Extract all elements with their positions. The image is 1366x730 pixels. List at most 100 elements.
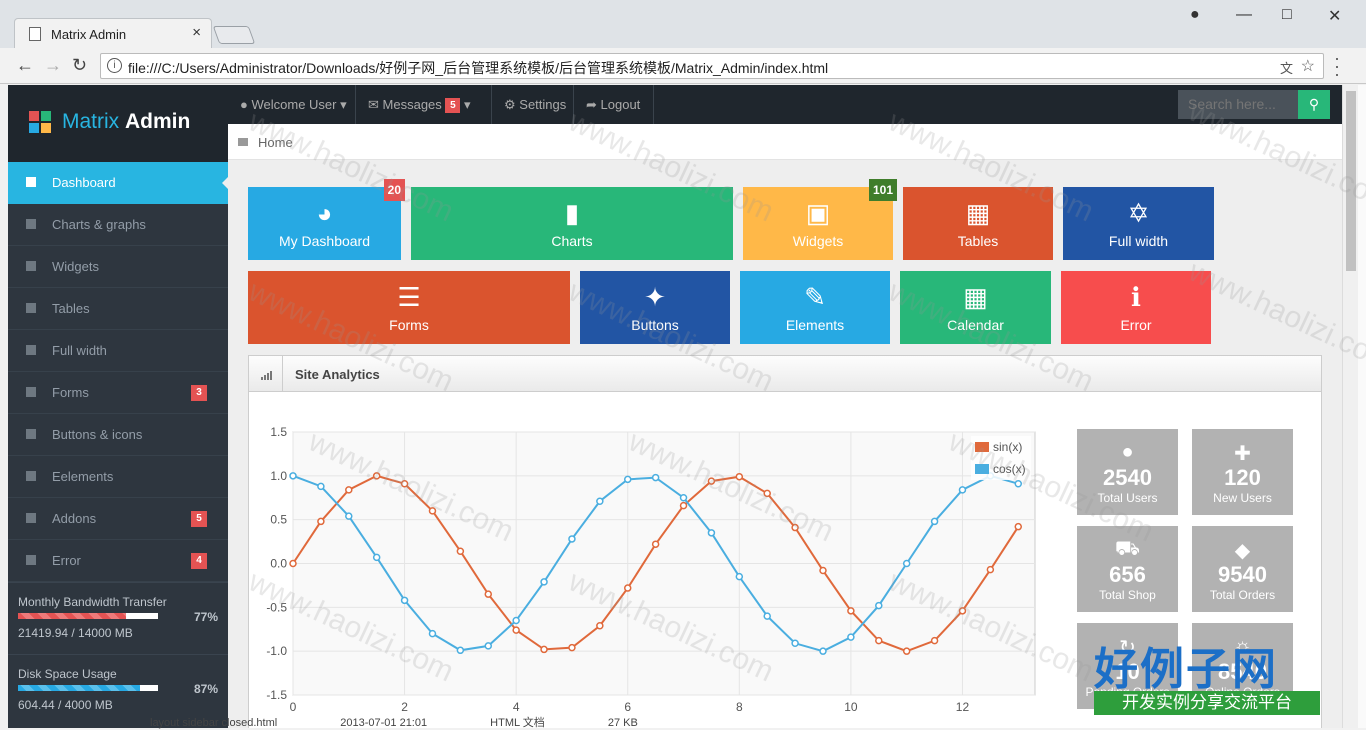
reload-icon[interactable]: ↻ [72, 55, 87, 76]
quick-tile-forms[interactable]: ☰ Forms [248, 271, 570, 344]
bandwidth-value: 21419.94 / 14000 MB [18, 626, 133, 640]
legend: sin(x) cos(x) [971, 436, 1031, 480]
bandwidth-progress-bar [18, 613, 158, 619]
sidebar-item-full-width[interactable]: Full width [8, 330, 228, 372]
sidebar-count-badge: 5 [191, 511, 207, 527]
sidebar-item-label: Forms [52, 385, 89, 400]
info-icon[interactable]: i [107, 58, 122, 73]
data-point [372, 472, 381, 480]
sidebar-item-buttons-icons[interactable]: Buttons & icons [8, 414, 228, 456]
th-icon: ▦ [965, 198, 991, 228]
sidebar-item-label: Dashboard [52, 175, 116, 190]
scrollbar-thumb[interactable] [1346, 91, 1356, 271]
data-point [623, 475, 632, 484]
data-point [428, 507, 437, 515]
quick-tile-calendar[interactable]: ▦ Calendar [900, 271, 1051, 344]
disk-progress-bar [18, 685, 158, 691]
search-button[interactable]: ⚲ [1298, 90, 1330, 119]
settings-link[interactable]: ⚙ Settings [492, 85, 574, 124]
calendar-icon: ▦ [963, 282, 988, 312]
new-tab-button[interactable] [212, 26, 256, 44]
welcome-user-menu[interactable]: ● Welcome User ▾ [228, 85, 356, 124]
quick-tile-buttons[interactable]: ✦ Buttons [580, 271, 730, 344]
sidebar: Matrix Admin Dashboard Charts & graphs Wid… [8, 85, 229, 728]
pencil-icon [26, 471, 36, 481]
browser-tab[interactable]: Matrix Admin × [14, 18, 212, 50]
sidebar-item-charts-graphs[interactable]: Charts & graphs [8, 204, 228, 246]
y-tick-label: 1.5 [270, 425, 287, 439]
browser-tab-strip: Matrix Admin × ● — □ ✕ [0, 0, 1366, 50]
kpi-value: 2540 [1103, 465, 1152, 490]
y-tick-label: 0.5 [270, 513, 287, 527]
back-icon[interactable]: ← [16, 55, 34, 76]
sidebar-item-widgets[interactable]: Widgets [8, 246, 228, 288]
widget-header: Site Analytics [249, 356, 1321, 392]
minimize-icon[interactable]: — [1236, 6, 1252, 24]
y-tick-label: 1.0 [270, 469, 287, 483]
tint-icon [26, 429, 36, 439]
x-tick-label: 2 [401, 700, 408, 714]
sidebar-item-eelements[interactable]: Eelements [8, 456, 228, 498]
site-analytics-widget: Site Analytics -1.5 -1.0 -0.5 0.0 0.5 1.0 1.5 0… [248, 355, 1322, 728]
sidebar-item-dashboard[interactable]: Dashboard [8, 162, 229, 204]
tab-close-icon[interactable]: × [192, 24, 201, 41]
tile-label: Tables [957, 233, 999, 249]
x-tick-label: 10 [844, 700, 858, 714]
breadcrumb-home[interactable]: Home [258, 135, 293, 150]
caret-down-icon: ▾ [464, 97, 471, 112]
data-point [345, 486, 353, 494]
bookmark-star-icon[interactable]: ☆ [1301, 56, 1315, 76]
data-point [596, 621, 604, 630]
kpi-label: Pending Orders [1085, 685, 1170, 699]
home-icon [238, 138, 248, 146]
quick-tile-elements[interactable]: ✎ Elements [740, 271, 890, 344]
kpi-value: 9540 [1218, 562, 1267, 587]
data-point [679, 501, 688, 510]
kpi-online-orders: ☼ 8540 Online Orders [1192, 623, 1293, 709]
quick-tile-tables[interactable]: ▦ Tables [903, 187, 1053, 260]
quick-tile-widgets[interactable]: ▣ Widgets 101 [743, 179, 897, 260]
quick-tile-error[interactable]: ℹ Error [1061, 271, 1211, 344]
data-point [400, 479, 409, 488]
kpi-value: 8540 [1218, 659, 1267, 684]
sidebar-item-addons[interactable]: Addons 5 [8, 498, 228, 540]
browser-menu-icon[interactable]: · · · [1334, 49, 1340, 83]
maximize-icon[interactable]: □ [1282, 6, 1292, 24]
profile-icon[interactable]: ● [1190, 6, 1200, 24]
quick-tile-full-width[interactable]: ✡ Full width [1063, 187, 1214, 260]
quick-tile-charts[interactable]: ▮ Charts [411, 187, 733, 260]
address-bar[interactable]: i file:///C:/Users/Administrator/Downloa… [100, 53, 1324, 79]
data-point [875, 601, 883, 610]
tile-label: My Dashboard [278, 233, 371, 249]
data-point [679, 494, 688, 502]
widget-title: Site Analytics [295, 367, 380, 382]
cog-icon: ⚙ [504, 97, 516, 112]
close-icon[interactable]: ✕ [1328, 6, 1341, 26]
messages-menu[interactable]: ✉ Messages 5 ▾ [356, 85, 492, 124]
y-tick-label: 0.0 [270, 557, 287, 571]
sidebar-item-forms[interactable]: Forms 3 [8, 372, 228, 414]
logout-link[interactable]: ➦ Logout [574, 85, 654, 124]
data-point [958, 607, 967, 615]
background-explorer-row: layout sidebar closed.html 2013-07-01 21… [150, 714, 850, 729]
legend-swatch [975, 464, 989, 474]
sidebar-item-error[interactable]: Error 4 [8, 540, 228, 582]
translate-icon[interactable]: 文 [1280, 58, 1293, 77]
fullscreen-icon: ✡ [1127, 198, 1150, 228]
bandwidth-stat: Monthly Bandwidth Transfer 21419.94 / 14… [8, 582, 228, 652]
info-icon: ℹ [1131, 282, 1141, 312]
page-scrollbar[interactable] [1342, 85, 1358, 728]
logo[interactable]: Matrix Admin [8, 85, 228, 162]
sidebar-item-tables[interactable]: Tables [8, 288, 228, 330]
file-name: layout sidebar closed.html [150, 717, 278, 729]
data-point [317, 482, 325, 491]
sidebar-item-label: Eelements [52, 469, 114, 484]
x-tick-label: 8 [736, 700, 743, 714]
file-size: 27 KB [607, 717, 638, 729]
search-icon: ⚲ [1308, 96, 1320, 112]
info-icon [26, 555, 36, 565]
sidebar-count-badge: 4 [191, 553, 207, 569]
forward-icon[interactable]: → [44, 55, 62, 76]
quick-tile-my-dashboard[interactable]: ◕ My Dashboard 20 [248, 179, 405, 260]
url-text[interactable]: file:///C:/Users/Administrator/Downloads… [128, 58, 828, 78]
